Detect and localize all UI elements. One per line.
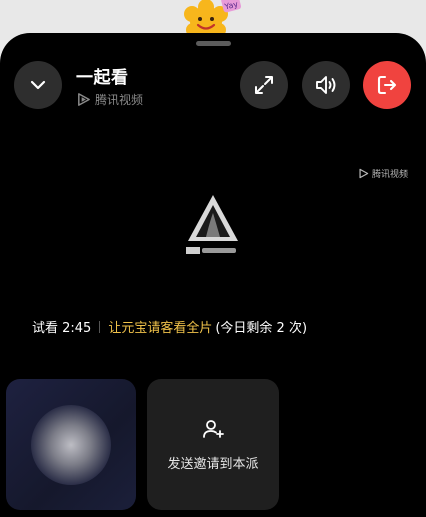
volume-icon: [316, 76, 336, 94]
chevron-down-icon: [30, 80, 46, 90]
video-watermark: 腾讯视频: [358, 167, 408, 180]
source-row: 腾讯视频: [76, 91, 143, 108]
exit-button[interactable]: [363, 61, 411, 109]
volume-button[interactable]: [302, 61, 350, 109]
source-label: 腾讯视频: [95, 93, 144, 107]
trial-divider: [99, 320, 101, 333]
tencent-video-watermark-icon: [359, 168, 369, 179]
add-user-icon: [203, 420, 224, 438]
invite-participant-button[interactable]: 发送邀请到本派: [147, 379, 279, 510]
fullscreen-button[interactable]: [240, 61, 288, 109]
participant-tile-self[interactable]: [6, 379, 136, 510]
expand-icon: [255, 76, 273, 94]
tencent-video-logo-icon: [78, 93, 90, 106]
trial-time: 试看 2:45: [32, 321, 92, 336]
blurred-avatar: [31, 405, 111, 485]
invite-label: 发送邀请到本派: [167, 457, 259, 472]
collapse-button[interactable]: [14, 61, 62, 109]
watch-together-sheet: 一起看 腾讯视频 腾讯视频 试看 2:45 让元宝请客看全片 (今日剩余 2 次…: [0, 33, 426, 517]
page-title: 一起看: [76, 68, 129, 88]
invite-yuanbao-link[interactable]: 让元宝请客看全片: [108, 317, 212, 336]
exit-icon: [377, 75, 397, 95]
sheet-grabber[interactable]: [196, 41, 231, 46]
svg-text:Yay: Yay: [223, 0, 239, 12]
remaining-count: (今日剩余 2 次): [215, 321, 308, 336]
trial-info: 试看 2:45 让元宝请客看全片 (今日剩余 2 次): [32, 317, 307, 336]
studio-logo-icon: [186, 195, 238, 254]
watermark-label: 腾讯视频: [371, 170, 408, 180]
